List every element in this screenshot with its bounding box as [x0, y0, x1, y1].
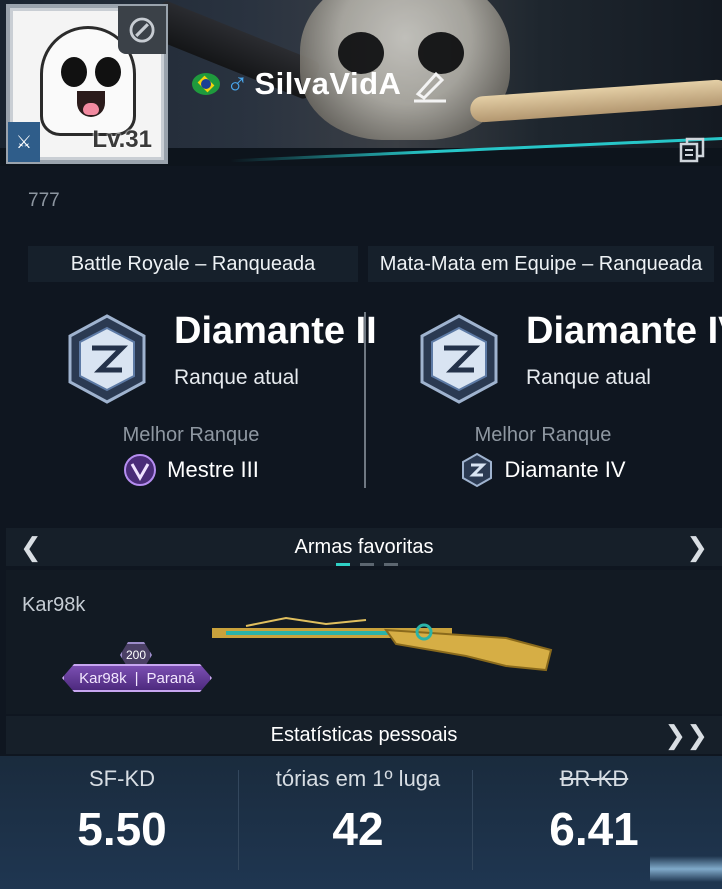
male-gender-icon: ♂: [226, 67, 249, 100]
stat-br-kd: BR-KD 6.41: [477, 766, 711, 856]
master-rank-emblem-icon: [124, 454, 157, 486]
kar98k-rifle-image: [212, 616, 553, 672]
favorite-weapons-title: Armas favoritas: [294, 535, 434, 558]
tdm-ranked-header: Mata-Mata em Equipe – Ranqueada: [368, 246, 714, 282]
ghost-eye: [95, 57, 121, 87]
player-name: SilvaVidA: [254, 66, 402, 101]
diamond-rank-emblem-icon: [68, 314, 146, 404]
stat-label: SF-KD: [89, 766, 155, 791]
ghost-tongue: [83, 103, 99, 115]
personal-stats-header[interactable]: Estatísticas pessoais ❯❯: [6, 716, 722, 754]
stat-value: 5.50: [77, 803, 167, 855]
stat-separator: [238, 770, 239, 870]
page-dot-active: [336, 563, 350, 566]
stat-label: BR-KD: [559, 766, 629, 791]
diamond-rank-emblem-icon: [420, 314, 498, 404]
next-weapon-arrow[interactable]: ❯: [686, 528, 708, 566]
weapon-tag-separator: |: [134, 669, 139, 687]
weapon-skin-tag: Kar98k | Paraná: [62, 664, 212, 692]
stat-sf-kd: SF-KD 5.50: [5, 766, 239, 856]
avatar[interactable]: ⊘ ⚔ Lv.31: [6, 4, 168, 164]
brazil-flag-icon: [192, 73, 220, 95]
br-best-rank: Mestre III: [167, 457, 259, 482]
player-level: Lv.31: [92, 126, 152, 153]
br-current-rank-label: Ranque atual: [174, 366, 299, 389]
tdm-best-rank-label: Melhor Ranque: [474, 424, 612, 446]
stat-first-place-wins: tórias em 1º luga 42: [241, 766, 475, 856]
favorite-weapons-header: ❮ Armas favoritas ❯: [6, 528, 722, 566]
wrench-icon[interactable]: ⊘: [118, 6, 166, 54]
more-stats-arrow[interactable]: ❯❯: [664, 716, 708, 754]
weapon-page-indicator: [336, 563, 398, 566]
stat-label: tórias em 1º luga: [275, 766, 441, 791]
br-ranked-header: Battle Royale – Ranqueada: [28, 246, 358, 282]
weapon-tag-name: Kar98k: [79, 669, 127, 687]
wings-emblem-icon: ⚔: [8, 122, 40, 162]
stat-value: 6.41: [549, 803, 639, 855]
prev-weapon-arrow[interactable]: ❮: [20, 528, 42, 566]
br-current-rank: Diamante II: [174, 310, 377, 352]
tdm-best-rank: Diamante IV: [504, 457, 626, 482]
favorite-weapon-name: Kar98k: [22, 594, 86, 616]
player-bio: 777: [28, 190, 60, 211]
stat-separator: [472, 770, 473, 870]
ghost-eye: [61, 57, 87, 87]
personal-stats-title: Estatísticas pessoais: [270, 723, 458, 746]
decorative-glow: [650, 856, 722, 882]
copy-svg: [679, 137, 705, 163]
page-dot: [384, 563, 398, 566]
tdm-best-rank-row: Diamante IV: [408, 452, 678, 488]
tdm-current-rank: Diamante IV: [526, 310, 722, 352]
br-best-rank-row: Mestre III: [56, 452, 326, 488]
pencil-svg: [414, 71, 446, 103]
diamond-rank-mini-icon: [462, 452, 493, 488]
copy-id-icon[interactable]: [678, 136, 706, 164]
edit-pencil-icon[interactable]: [410, 66, 450, 104]
tdm-current-rank-label: Ranque atual: [526, 366, 651, 389]
stat-value: 42: [332, 803, 384, 855]
page-dot: [360, 563, 374, 566]
br-best-rank-label: Melhor Ranque: [122, 424, 260, 446]
weapon-tag-skin: Paraná: [146, 669, 195, 687]
player-name-row: ♂ SilvaVidA: [192, 64, 401, 104]
